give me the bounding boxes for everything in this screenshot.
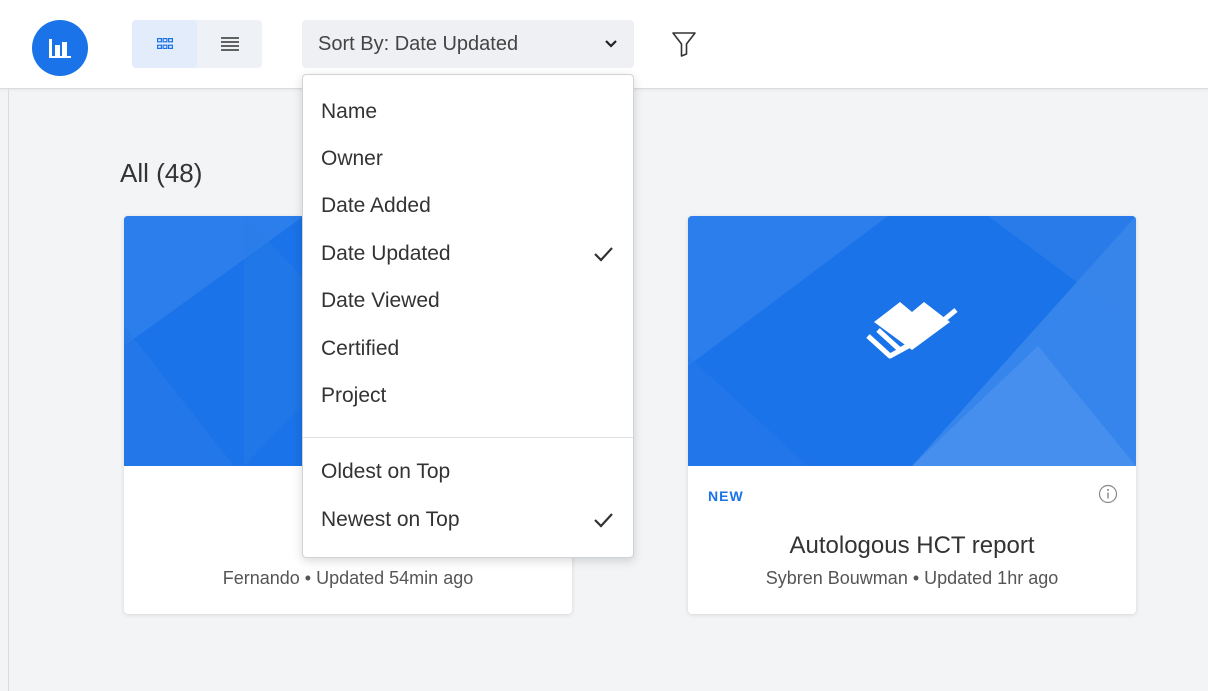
grid-view-button[interactable] — [132, 20, 197, 68]
view-toggle — [132, 20, 262, 68]
sort-dropdown-label: Sort By: Date Updated — [318, 32, 519, 55]
menu-divider — [303, 437, 633, 438]
sort-option-date-added[interactable]: Date Added — [303, 183, 633, 229]
grid-icon — [156, 38, 173, 49]
list-view-button[interactable] — [197, 20, 262, 68]
sort-menu: Name Owner Date Added Date Updated Date … — [302, 74, 634, 558]
card-meta: Sybren Bouwman • Updated 1hr ago — [765, 568, 1059, 588]
card-title[interactable]: Autologous HCT report — [688, 532, 1136, 560]
sort-option-owner[interactable]: Owner — [303, 136, 633, 182]
sort-option-name[interactable]: Name — [303, 89, 633, 135]
sort-dropdown[interactable]: Sort By: Date Updated — [302, 20, 634, 68]
checkmark-icon — [594, 247, 613, 262]
sort-option-date-viewed[interactable]: Date Viewed — [303, 278, 633, 324]
filter-icon — [672, 32, 696, 57]
info-icon[interactable] — [1098, 484, 1118, 504]
sort-option-certified[interactable]: Certified — [303, 326, 633, 372]
card-thumbnail — [688, 216, 1136, 466]
book-logo-icon — [866, 302, 958, 359]
new-badge: NEW — [708, 488, 744, 504]
sort-option-date-updated[interactable]: Date Updated — [303, 231, 633, 277]
content-border — [8, 88, 9, 691]
order-option-oldest[interactable]: Oldest on Top — [303, 449, 633, 495]
page-title: All (48) — [120, 158, 203, 188]
list-icon — [220, 37, 239, 51]
sort-option-project[interactable]: Project — [303, 373, 633, 419]
card-meta: Fernando • Updated 54min ago — [222, 568, 474, 588]
checkmark-icon — [594, 513, 613, 528]
filter-button[interactable] — [666, 24, 702, 64]
order-option-newest[interactable]: Newest on Top — [303, 497, 633, 543]
chevron-down-icon — [605, 40, 617, 48]
report-card[interactable]: NEW Autologous HCT report Sybren Bouwman… — [688, 216, 1136, 614]
app-logo-icon[interactable] — [32, 20, 88, 76]
